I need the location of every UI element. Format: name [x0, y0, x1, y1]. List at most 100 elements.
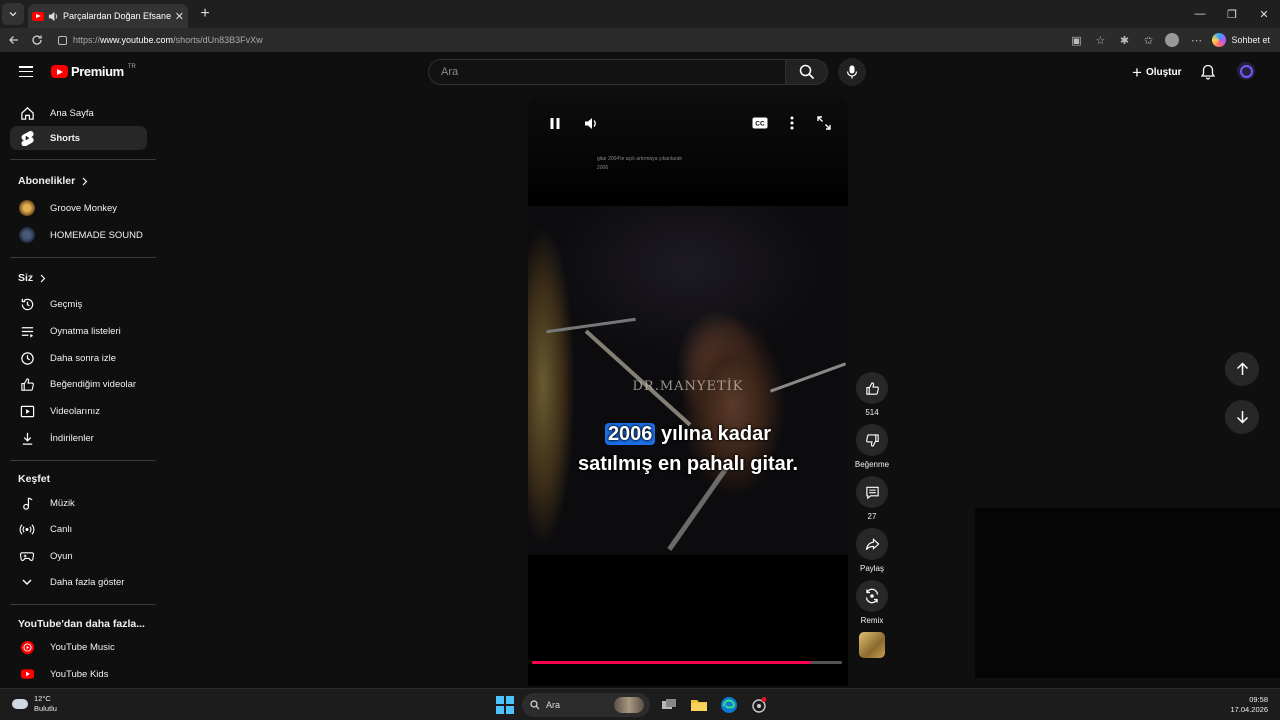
- like-action[interactable]: 514: [856, 372, 888, 417]
- sidebar-item-shorts[interactable]: Shorts: [10, 126, 147, 150]
- more-actions-button[interactable]: [783, 114, 801, 132]
- volume-button[interactable]: [582, 114, 600, 132]
- like-count: 514: [865, 408, 879, 417]
- menu-icon[interactable]: [19, 66, 33, 78]
- file-explorer-button[interactable]: [688, 694, 710, 716]
- sound-thumbnail[interactable]: [859, 632, 885, 658]
- favorite-star-icon[interactable]: ☆: [1092, 32, 1108, 48]
- create-button[interactable]: + Oluştur: [1126, 61, 1188, 83]
- explore-title: Keşfet: [18, 473, 51, 485]
- system-clock[interactable]: 09:58 17.04.2026: [1230, 695, 1268, 715]
- youtube-kids-icon: [18, 665, 36, 683]
- previous-short-button[interactable]: [1225, 352, 1259, 386]
- next-short-button[interactable]: [1225, 400, 1259, 434]
- comments-button[interactable]: [856, 476, 888, 508]
- thumbs-up-icon: [865, 381, 879, 395]
- youtube-premium-logo[interactable]: Premium TR: [51, 64, 136, 79]
- sidebar-item-youtube-music[interactable]: YouTube Music: [10, 635, 147, 659]
- shorts-player[interactable]: CC gitar 2004'te açık artırmaya çıkarıla…: [528, 96, 848, 686]
- tab-close-icon[interactable]: ✕: [175, 10, 184, 23]
- weather-condition: Bulutlu: [34, 704, 57, 713]
- dislike-action[interactable]: Beğenme: [855, 424, 889, 469]
- site-info-icon[interactable]: [58, 35, 67, 45]
- voice-search-button[interactable]: [838, 58, 866, 86]
- playlists-icon: [18, 322, 36, 340]
- comment-count: 27: [867, 512, 877, 521]
- youtube-header: Premium TR + Oluştur: [0, 52, 1280, 92]
- url-text: https://www.youtube.com/shorts/dUn83B3Fv…: [73, 35, 263, 45]
- microphone-icon: [846, 65, 858, 79]
- pause-button[interactable]: [546, 114, 564, 132]
- sidebar-item-your-videos[interactable]: Videolarınız: [10, 399, 147, 423]
- tab-actions-button[interactable]: [2, 3, 24, 25]
- sidebar-item-watch-later[interactable]: Daha sonra izle: [10, 346, 147, 370]
- sidebar-item-music[interactable]: Müzik: [10, 491, 147, 515]
- sidebar-channel-homemade-sound[interactable]: HOMEMADE SOUND: [10, 223, 147, 247]
- search-input[interactable]: [441, 66, 785, 78]
- new-tab-button[interactable]: +: [194, 5, 216, 23]
- create-label: Oluştur: [1145, 66, 1182, 78]
- subscriptions-title: Abonelikler: [18, 175, 76, 187]
- taskbar-search[interactable]: Ara: [522, 693, 650, 717]
- close-window-button[interactable]: ✕: [1248, 0, 1280, 28]
- sidebar-channel-groove-monkey[interactable]: Groove Monkey: [10, 196, 147, 220]
- channel-avatar: [19, 227, 35, 243]
- more-options-icon[interactable]: ⋯: [1188, 32, 1204, 48]
- task-view-button[interactable]: [658, 694, 680, 716]
- sidebar-item-label: YouTube Music: [50, 641, 115, 653]
- notifications-button[interactable]: [1198, 62, 1218, 82]
- url-field[interactable]: https://www.youtube.com/shorts/dUn83B3Fv…: [52, 30, 1112, 50]
- start-button[interactable]: [496, 696, 514, 714]
- like-button[interactable]: [856, 372, 888, 404]
- sidebar-item-home[interactable]: Ana Sayfa: [10, 101, 147, 125]
- captions-button[interactable]: CC: [751, 114, 769, 132]
- sidebar-item-show-more[interactable]: Daha fazla göster: [10, 570, 147, 594]
- comments-action[interactable]: 27: [856, 476, 888, 521]
- search-button[interactable]: [786, 59, 828, 85]
- arrow-up-icon: [1236, 362, 1248, 375]
- favorites-icon[interactable]: ✩: [1140, 32, 1156, 48]
- back-button[interactable]: [2, 28, 26, 52]
- extensions-icon[interactable]: ✱: [1116, 32, 1132, 48]
- search-box: [428, 59, 786, 85]
- browser-tab-active[interactable]: Parçalardan Doğan Efsane: Gi ✕: [28, 4, 188, 28]
- address-bar: https://www.youtube.com/shorts/dUn83B3Fv…: [0, 28, 1280, 52]
- sidebar-item-playlists[interactable]: Oynatma listeleri: [10, 319, 147, 343]
- explore-header: Keşfet: [18, 473, 50, 485]
- copilot-button[interactable]: Sohbet et: [1212, 33, 1270, 47]
- remix-action[interactable]: Remix: [856, 580, 888, 625]
- reload-button[interactable]: [25, 28, 49, 52]
- maximize-button[interactable]: ❐: [1216, 0, 1248, 28]
- minimize-button[interactable]: —: [1184, 0, 1216, 28]
- clock-date: 17.04.2026: [1230, 705, 1268, 714]
- share-action[interactable]: Paylaş: [856, 528, 888, 573]
- edge-browser-button[interactable]: [718, 694, 740, 716]
- remix-button[interactable]: [856, 580, 888, 612]
- app-button-notification[interactable]: [748, 694, 770, 716]
- gaming-icon: [18, 547, 36, 565]
- sidebar-item-history[interactable]: Geçmiş: [10, 292, 147, 316]
- sidebar-item-youtube-kids[interactable]: YouTube Kids: [10, 662, 147, 686]
- speaker-icon[interactable]: [48, 11, 59, 22]
- sidebar-item-downloads[interactable]: İndirilenler: [10, 426, 147, 450]
- weather-widget[interactable]: 12°C Bulutlu: [12, 694, 57, 714]
- empty-overlay-region: [975, 508, 1280, 678]
- video-progress-bar[interactable]: [532, 661, 842, 664]
- fullscreen-button[interactable]: [815, 114, 833, 132]
- share-button[interactable]: [856, 528, 888, 560]
- video-frame[interactable]: DR.MANYETİK 2006 yılına kadar satılmış e…: [528, 206, 848, 555]
- you-header[interactable]: Siz: [18, 272, 46, 284]
- sidebar-item-liked-videos[interactable]: Beğendiğim videolar: [10, 372, 147, 396]
- sidebar-item-live[interactable]: Canlı: [10, 517, 147, 541]
- account-avatar[interactable]: [1237, 62, 1255, 80]
- music-icon: [18, 494, 36, 512]
- dislike-button[interactable]: [856, 424, 888, 456]
- shorts-icon: [18, 129, 36, 147]
- subscriptions-header[interactable]: Abonelikler: [18, 175, 88, 187]
- sidebar-item-label: Oyun: [50, 550, 73, 562]
- sidebar-item-gaming[interactable]: Oyun: [10, 544, 147, 568]
- sidebar-divider: [10, 604, 156, 605]
- bell-icon: [1201, 64, 1215, 80]
- profile-icon[interactable]: [1164, 32, 1180, 48]
- app-available-icon[interactable]: ▣: [1068, 32, 1084, 48]
